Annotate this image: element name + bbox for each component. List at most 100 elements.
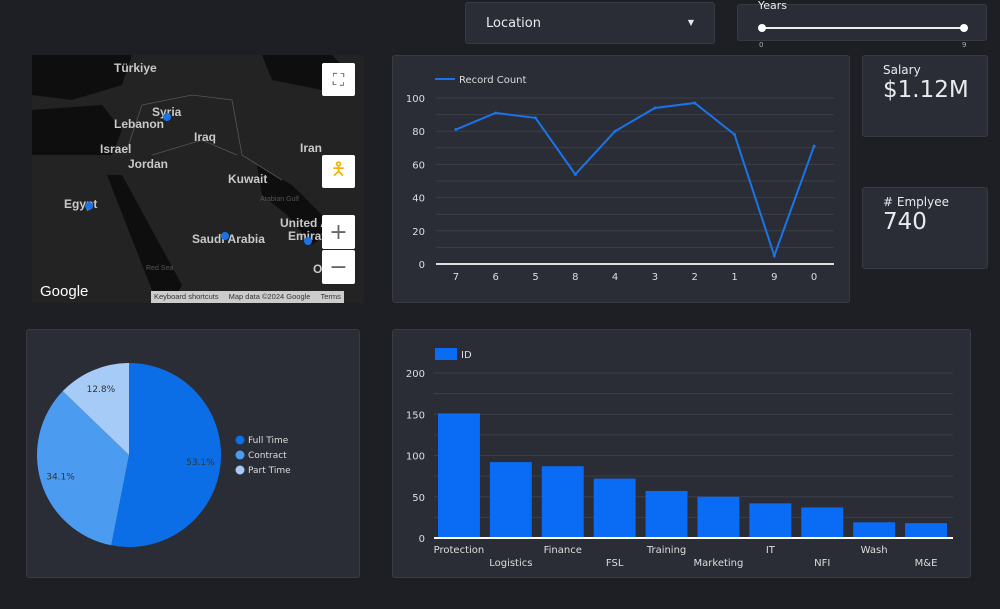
years-max: 9 (962, 41, 967, 49)
map-label: Iraq (194, 130, 217, 144)
map-label: Red Sea (146, 265, 174, 272)
line-chart-card: 0 20 40 60 80 100 7 6 5 8 4 3 2 1 9 0 Record Count (392, 55, 850, 303)
map-marker[interactable] (221, 232, 229, 240)
bar (489, 462, 532, 538)
legend-label: Full Time (248, 436, 289, 446)
legend-swatch (435, 348, 457, 360)
data-point (573, 172, 577, 176)
years-label: Years (758, 0, 788, 12)
legend-label: Part Time (248, 466, 291, 476)
map[interactable]: Türkiye Syria Lebanon Iraq Israel Iran J… (32, 55, 364, 303)
fullscreen-icon[interactable]: ⛶ (322, 63, 355, 96)
map-data-text: Map data ©2024 Google (228, 292, 311, 301)
slice-label: 34.1% (46, 473, 75, 483)
y-tick-label: 40 (412, 194, 425, 205)
location-filter[interactable]: Location ▼ (465, 2, 715, 44)
x-tick-label: 9 (771, 272, 777, 283)
slice-label: 53.1% (186, 458, 215, 468)
map-label: O (313, 262, 323, 276)
keyboard-shortcuts-link[interactable]: Keyboard shortcuts (154, 292, 219, 302)
slice-label: 12.8% (87, 385, 116, 395)
x-tick-label: 3 (652, 272, 658, 283)
y-tick-label: 80 (412, 127, 425, 138)
years-slider-card: Years 0 9 (737, 0, 987, 49)
x-tick-label: NFI (814, 558, 830, 569)
x-tick-label: 6 (493, 272, 499, 283)
map-label: Iran (300, 141, 323, 155)
x-tick-label: 1 (731, 272, 737, 283)
x-tick-label: M&E (915, 558, 938, 569)
legend-label: Contract (248, 451, 287, 461)
pie-chart: 53.1% Full Time 34.1% Contract 12.8% Part Tim… (36, 363, 291, 547)
bar (593, 478, 636, 538)
years-slider-min-handle[interactable] (758, 24, 766, 32)
data-point (812, 144, 816, 148)
legend-label: Record Count (459, 75, 527, 86)
map-label: Jordan (128, 157, 169, 171)
bar (697, 496, 740, 538)
employee-value: 740 (883, 209, 927, 235)
y-tick-label: 0 (419, 534, 425, 545)
salary-label: Salary (883, 63, 921, 77)
x-tick-label: 4 (612, 272, 618, 283)
y-tick-label: 200 (406, 369, 425, 380)
bar (645, 490, 688, 538)
data-point (534, 116, 537, 120)
map-label: Türkiye (114, 61, 157, 75)
bar (541, 466, 584, 538)
x-tick-label: 5 (532, 272, 538, 283)
data-point (772, 254, 776, 258)
bar (749, 503, 792, 538)
x-tick-label: Wash (861, 545, 888, 556)
bar-chart: 0 50 100 150 200 Protection Logistics Finance FS… (406, 348, 953, 569)
employee-scorecard: # Emplyee 740 (862, 187, 988, 269)
google-logo: Google (40, 283, 89, 300)
x-tick-label: Protection (434, 545, 485, 556)
x-tick-label: 7 (453, 272, 459, 283)
legend-swatch (235, 450, 245, 460)
legend-label: ID (461, 350, 472, 361)
bar (438, 413, 480, 538)
x-tick-label: Logistics (489, 558, 532, 569)
data-point (733, 133, 736, 137)
map-marker[interactable] (163, 113, 171, 121)
data-point (454, 128, 458, 132)
x-tick-label: Finance (544, 545, 582, 556)
map-label: Lebanon (114, 117, 164, 131)
legend-swatch (235, 465, 245, 475)
bar-chart-card: 0 50 100 150 200 Protection Logistics Finance FS… (392, 329, 971, 578)
x-tick-label: 2 (692, 272, 698, 283)
data-point (653, 106, 657, 110)
y-tick-label: 50 (412, 493, 425, 504)
x-tick-label: 8 (572, 272, 578, 283)
salary-value: $1.12M (883, 77, 969, 103)
years-slider-track[interactable] (762, 27, 964, 29)
x-tick-label: Marketing (694, 558, 744, 569)
y-tick-label: 60 (412, 160, 425, 171)
employee-label: # Emplyee (883, 195, 949, 209)
map-label: Kuwait (228, 172, 268, 186)
map-marker[interactable] (85, 202, 93, 210)
bar (905, 523, 947, 538)
salary-scorecard: Salary $1.12M (862, 55, 988, 137)
data-point (613, 129, 617, 133)
series-line-record-count (455, 101, 816, 259)
y-tick-label: 100 (406, 94, 425, 105)
map-label: Arabian Gulf (260, 196, 299, 203)
zoom-in-icon[interactable]: + (322, 215, 355, 249)
x-tick-label: 0 (811, 272, 817, 283)
line-chart: 0 20 40 60 80 100 7 6 5 8 4 3 2 1 9 0 Record Count (406, 75, 834, 283)
map-marker[interactable] (304, 237, 312, 245)
terms-link[interactable]: Terms (320, 292, 340, 302)
zoom-out-icon[interactable]: − (322, 250, 355, 284)
data-point (693, 101, 697, 105)
y-tick-label: 100 (406, 452, 425, 463)
years-slider-max-handle[interactable] (960, 24, 968, 32)
caret-down-icon: ▼ (687, 18, 694, 27)
y-tick-label: 150 (406, 410, 425, 421)
pegman-icon[interactable]: 🯅 (322, 155, 355, 188)
x-tick-label: IT (766, 545, 776, 556)
pie-chart-card: 53.1% Full Time 34.1% Contract 12.8% Part Tim… (26, 329, 360, 578)
y-tick-label: 20 (412, 227, 425, 238)
legend-swatch (235, 435, 245, 445)
